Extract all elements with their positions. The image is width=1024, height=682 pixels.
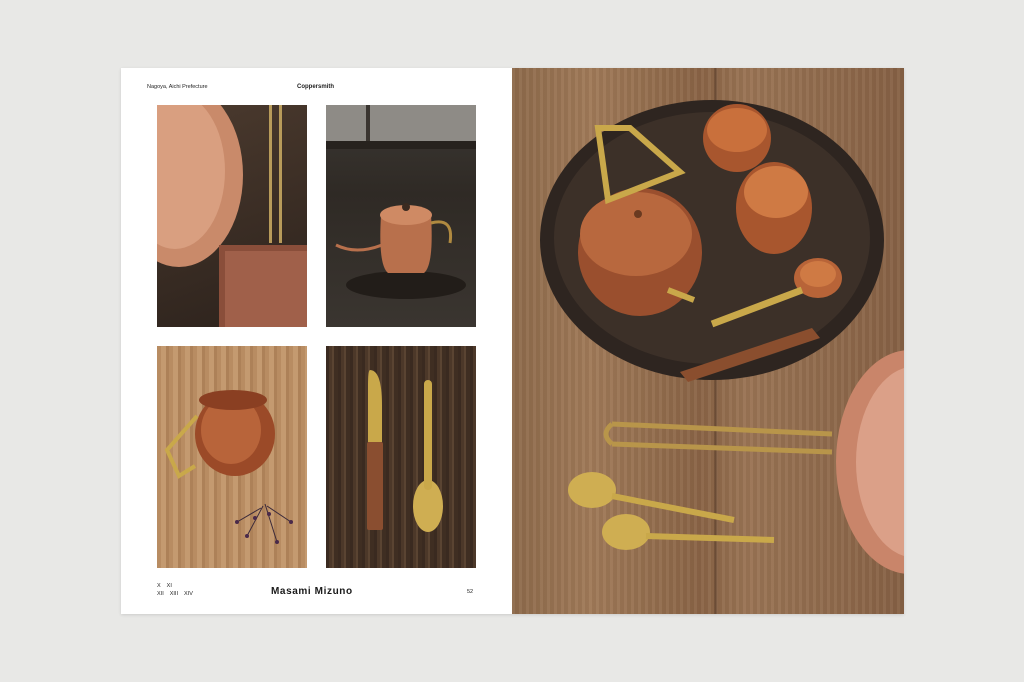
numeral: XIV [184, 591, 193, 597]
numeral: XII [157, 591, 164, 597]
header-location: Nagoya, Aichi Prefecture [147, 84, 208, 90]
page-number: 52 [467, 589, 474, 595]
copper-pan-illustration [157, 105, 307, 327]
photo-copper-pot [157, 346, 307, 568]
copperware-tray-illustration [540, 100, 904, 574]
copper-pot-illustration [164, 390, 293, 544]
header-section: Coppersmith [297, 84, 335, 90]
brass-cutlery-illustration [367, 370, 443, 532]
numeral: XIII [169, 591, 178, 597]
photo-brass-cutlery [326, 346, 476, 568]
left-page: Nagoya, Aichi Prefecture Coppersmith X X… [121, 68, 512, 614]
roman-numerals: X XI XII XIII XIV [157, 582, 199, 598]
drip-kettle-illustration [326, 105, 476, 299]
right-page-photo [512, 68, 904, 614]
artisan-name: Masami Mizuno [271, 586, 353, 597]
photo-copper-pan [157, 105, 307, 327]
numeral: XI [166, 583, 172, 589]
numeral: X [157, 583, 161, 589]
photo-drip-kettle [326, 105, 476, 327]
magazine-spread: Nagoya, Aichi Prefecture Coppersmith X X… [121, 68, 904, 614]
